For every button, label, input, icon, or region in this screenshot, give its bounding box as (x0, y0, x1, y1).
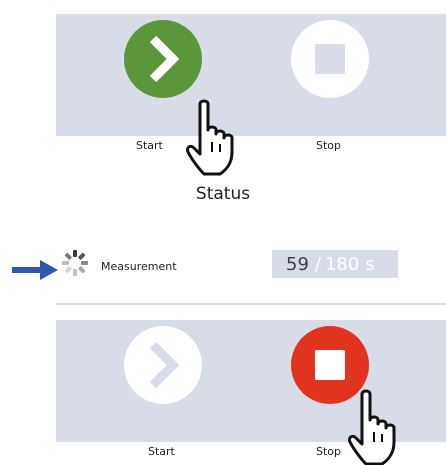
measurement-label: Measurement (101, 260, 177, 273)
measurement-counter: 59 / 180 s (272, 250, 398, 278)
start-button-circle[interactable] (124, 20, 202, 98)
loading-spinner-icon (62, 250, 88, 276)
divider (56, 303, 446, 305)
total-value: 180 (324, 253, 360, 275)
stop-square-icon (315, 44, 345, 74)
stop-button-idle[interactable] (283, 14, 379, 136)
stop-square-icon (315, 350, 345, 380)
time-unit: s (365, 253, 375, 275)
stop-label: Stop (316, 139, 342, 152)
control-panel-top: Start Stop (56, 14, 446, 152)
start-label: Start (136, 139, 163, 152)
stop-label: Stop (316, 445, 342, 458)
start-label: Start (148, 445, 175, 458)
pointer-hand-icon (186, 99, 234, 176)
stop-button-circle[interactable] (291, 20, 369, 98)
arrow-right-icon (12, 260, 58, 280)
start-button-circle[interactable] (124, 326, 202, 404)
pointer-hand-icon (348, 389, 396, 465)
start-button-idle[interactable] (116, 320, 212, 442)
counter-separator: / (314, 253, 321, 275)
status-title: Status (195, 184, 251, 204)
elapsed-value: 59 (286, 253, 309, 275)
chevron-right-icon (149, 35, 180, 83)
chevron-right-icon (149, 341, 180, 389)
